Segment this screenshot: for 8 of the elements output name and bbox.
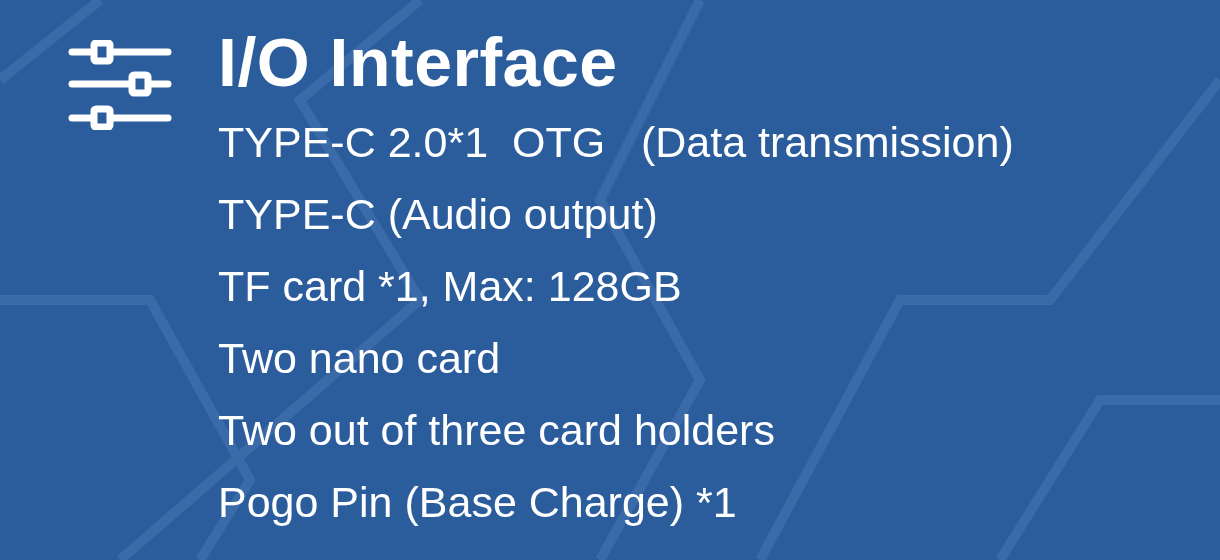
spec-item: TF card *1, Max: 128GB <box>218 261 683 312</box>
section-title: I/O Interface <box>218 23 619 102</box>
spec-item: Two nano card <box>218 333 502 384</box>
spec-item: Pogo Pin (Base Charge) *1 <box>218 477 738 528</box>
sliders-icon <box>68 40 172 130</box>
spec-item: TYPE-C (Audio output) <box>218 189 659 240</box>
spec-item: TYPE-C 2.0*1 OTG (Data transmission) <box>218 117 1014 168</box>
spec-item: Two out of three card holders <box>218 405 776 456</box>
